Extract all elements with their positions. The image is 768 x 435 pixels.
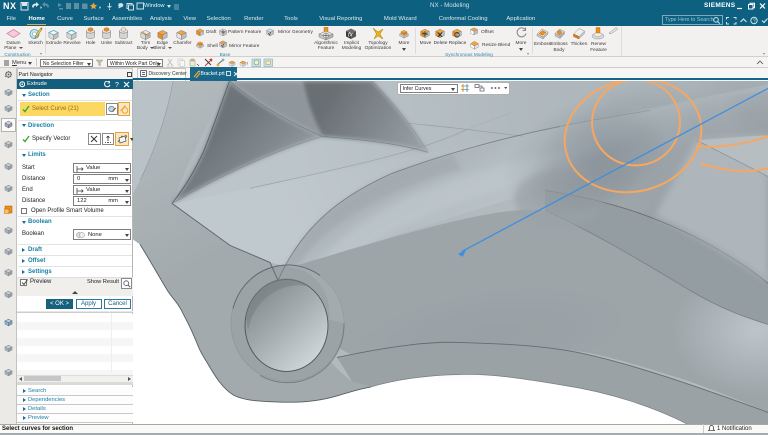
svg-text:?: ? xyxy=(115,82,119,88)
svg-text:?: ? xyxy=(753,18,756,24)
